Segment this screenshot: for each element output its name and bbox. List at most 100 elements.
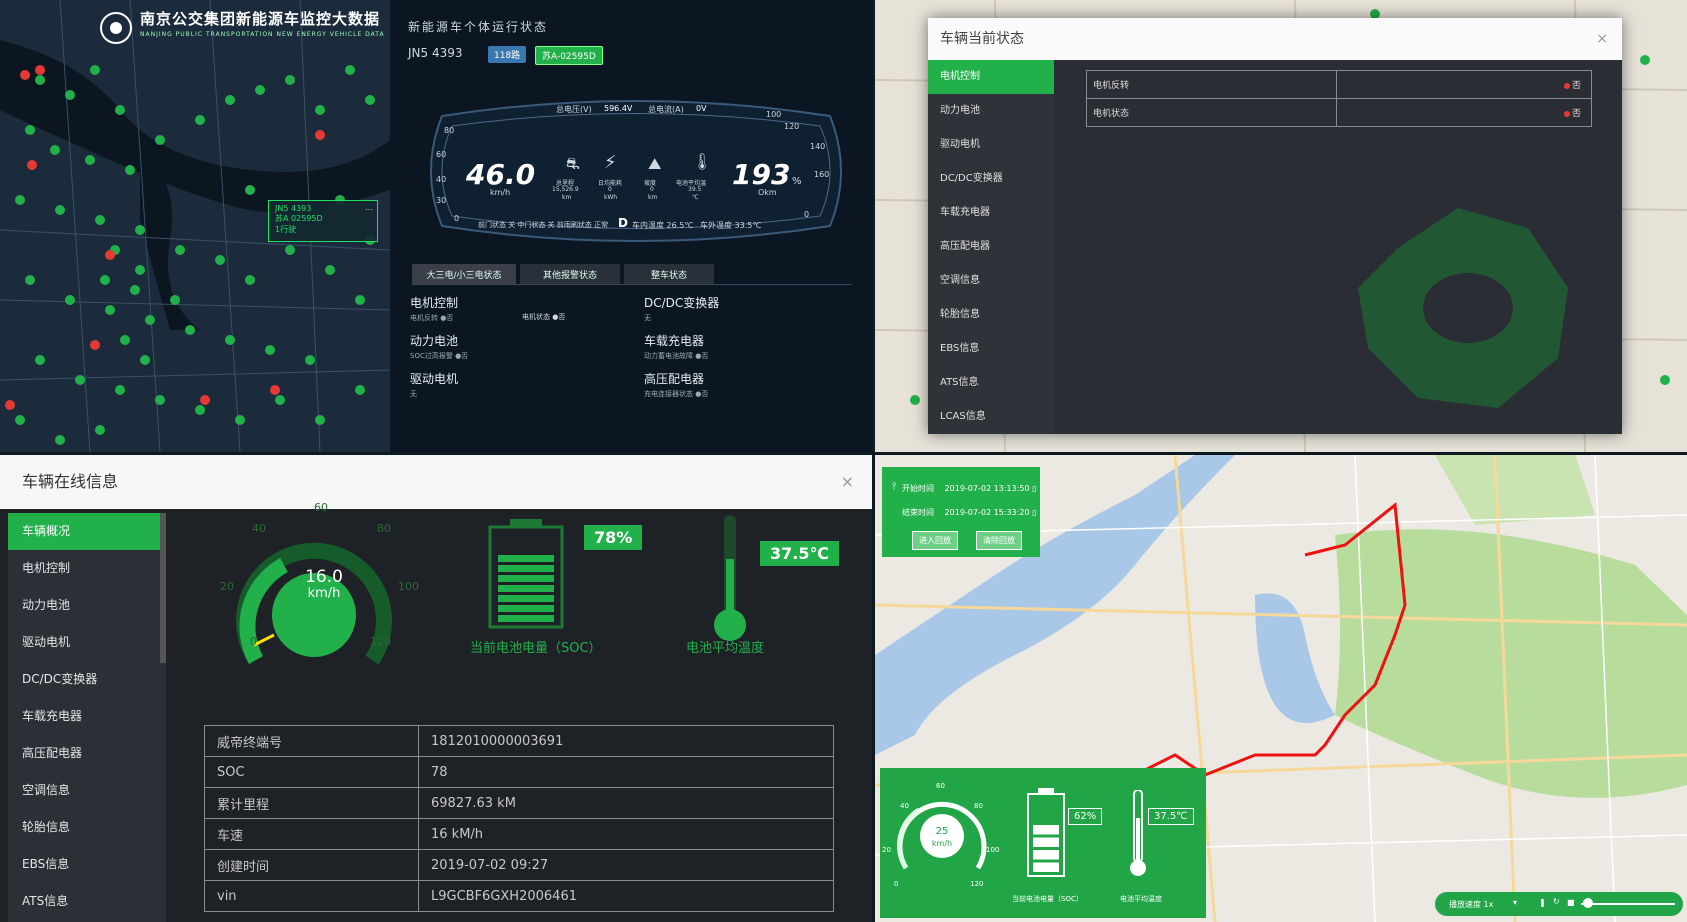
menu-scrollbar[interactable] (160, 513, 166, 663)
dropdown-icon[interactable]: ▾ (1513, 898, 1517, 907)
indoor-temp: 车内温度 26.5℃ (632, 221, 694, 230)
menu-item-overview[interactable]: 车辆概况 (8, 513, 166, 550)
battery-bar (498, 585, 554, 592)
voltage-label: 总电压(V) (556, 105, 592, 114)
stop-icon[interactable]: ■ (1567, 898, 1575, 907)
menu-item-dcdc[interactable]: DC/DC变换器 (928, 162, 1054, 196)
system-sub-2: 电机状态 ●否 (522, 313, 566, 321)
battery-bar (498, 595, 554, 602)
menu-item-motor-control[interactable]: 电机控制 (928, 60, 1054, 94)
menu-item-charger[interactable]: 车载充电器 (928, 196, 1054, 230)
battery-bar (1033, 862, 1059, 872)
vehicle-info-table: 威帝终端号 1812010000003691 SOC 78 累计里程 69827.63… (204, 725, 834, 912)
menu-item-lcas[interactable]: LCAS信息 (928, 400, 1054, 434)
menu-item-ebs[interactable]: EBS信息 (8, 846, 166, 883)
gauge-tick-30: 30 (436, 196, 447, 205)
status-table: 电机反转否 电机状态否 (1086, 70, 1592, 127)
battery-icon (1027, 788, 1065, 877)
menu-item-ats[interactable]: ATS信息 (928, 366, 1054, 400)
progress-track[interactable] (1581, 903, 1675, 905)
logo-icon (100, 12, 132, 44)
info-key: SOC (204, 756, 419, 788)
gauge-tick-80: 80 (377, 522, 391, 535)
gauge-tick-80: 80 (444, 126, 455, 135)
menu-item-hv[interactable]: 高压配电器 (8, 735, 166, 772)
info-key: vin (204, 880, 419, 912)
gauge-tick-120: 120 (784, 122, 800, 131)
gauge-tick-120: 120 (370, 635, 391, 648)
monitoring-dashboard: JN5 4393 苏A 02595D 1行驶 … 南京公交集团新能源车监控大数据… (0, 0, 872, 452)
start-playback-button[interactable]: 进入回放 (912, 531, 958, 550)
clear-playback-button[interactable]: 清除回放 (976, 531, 1022, 550)
tab-vehicle-status[interactable]: 整车状态 (624, 264, 714, 284)
speed-unit: km/h (490, 188, 511, 197)
close-icon[interactable]: × (841, 455, 854, 509)
system-sub: SOC过高报警 ●否 (410, 352, 469, 360)
end-label: 结束时间 (902, 508, 934, 517)
status-value: 否 (1336, 70, 1592, 99)
system-motor-control[interactable]: 电机控制 电机反转 ●否 (410, 294, 458, 323)
gauge-tick-0r: 0 (804, 210, 810, 219)
bus-map[interactable]: JN5 4393 苏A 02595D 1行驶 … (0, 0, 391, 452)
soc-caption: 当前电池电量（SOC） (1012, 895, 1083, 903)
battery-bar (498, 615, 554, 622)
vehicle-online-info-dialog: 车辆在线信息 × 车辆概况 电机控制 动力电池 驱动电机 DC/DC变换器 车载充… (0, 455, 872, 922)
start-value[interactable]: 2019-07-02 13:13:50 (945, 484, 1030, 493)
pause-icon[interactable]: ❚ (1539, 898, 1546, 907)
current-value: 0V (696, 104, 707, 113)
battery-bar (498, 575, 554, 582)
gauge-tick-100: 100 (986, 846, 1000, 854)
system-dcdc[interactable]: DC/DC变换器无 (644, 294, 719, 323)
menu-item-tire[interactable]: 轮胎信息 (8, 809, 166, 846)
menu-item-charger[interactable]: 车载充电器 (8, 698, 166, 735)
system-battery[interactable]: 动力电池 SOC过高报警 ●否 (410, 332, 468, 361)
info-value: 1812010000003691 (418, 725, 834, 757)
road-icon: ⛐ (566, 154, 580, 173)
menu-item-tire[interactable]: 轮胎信息 (928, 298, 1054, 332)
door-status: 前门状态 关 中门状态 关 前雨刷状态 正常 (478, 221, 609, 229)
vehicle-plate: JN5 4393 (408, 46, 463, 60)
play-speed-select[interactable]: 播放速度 1x (1449, 899, 1493, 910)
status-key: 电机状态 (1086, 98, 1337, 127)
range-value: 193 (732, 158, 791, 191)
dialog-title: 车辆当前状态 (940, 31, 1024, 47)
dialog-header: 车辆在线信息 × (0, 455, 872, 509)
section-title: 新能源车个体运行状态 (408, 20, 549, 34)
info-menu: 车辆概况 电机控制 动力电池 驱动电机 DC/DC变换器 车载充电器 高压配电器… (8, 513, 166, 922)
temp-caption: 电池平均温度 (1120, 895, 1162, 903)
calendar-icon[interactable]: ▯ (1032, 484, 1036, 493)
system-drive-motor[interactable]: 驱动电机无 (410, 370, 458, 399)
tab-other-alarms[interactable]: 其他报警状态 (520, 264, 620, 284)
table-row: 电机状态 否 (1086, 98, 1592, 127)
end-time-row: 结束时间 2019-07-02 15:33:20 ▯ (902, 507, 1036, 518)
menu-item-ac[interactable]: 空调信息 (8, 772, 166, 809)
menu-item-ac[interactable]: 空调信息 (928, 264, 1054, 298)
menu-item-battery[interactable]: 动力电池 (928, 94, 1054, 128)
system-sub: 无 (410, 390, 417, 398)
menu-item-battery[interactable]: 动力电池 (8, 587, 166, 624)
system-hv-distribution[interactable]: 高压配电器 充电连接器状态 ●否 (644, 370, 708, 399)
menu-item-ats[interactable]: ATS信息 (8, 883, 166, 920)
system-name: 驱动电机 (410, 372, 459, 386)
map-tooltip[interactable]: JN5 4393 苏A 02595D 1行驶 … (268, 200, 378, 242)
end-value[interactable]: 2019-07-02 15:33:20 (945, 508, 1030, 517)
menu-item-motor-control[interactable]: 电机控制 (8, 550, 166, 587)
temp-badge: 37.5℃ (1148, 808, 1194, 825)
status-dot-icon (1563, 110, 1570, 117)
menu-item-drive-motor[interactable]: 驱动电机 (8, 624, 166, 661)
calendar-icon[interactable]: ▯ (1032, 508, 1036, 517)
close-icon[interactable]: × (1596, 18, 1608, 60)
tab-power-status[interactable]: 大三电/小三电状态 (412, 264, 516, 284)
system-charger[interactable]: 车载充电器 动力蓄电池故障 ●否 (644, 332, 708, 361)
progress-handle[interactable] (1583, 898, 1593, 908)
replay-icon[interactable]: ↻ (1553, 897, 1560, 906)
menu-item-hv[interactable]: 高压配电器 (928, 230, 1054, 264)
menu-item-drive-motor[interactable]: 驱动电机 (928, 128, 1054, 162)
table-row: 电机反转 否 (1086, 70, 1592, 99)
info-key: 威帝终端号 (204, 725, 419, 757)
battery-bar (498, 605, 554, 612)
menu-item-dcdc[interactable]: DC/DC变换器 (8, 661, 166, 698)
menu-item-ebs[interactable]: EBS信息 (928, 332, 1054, 366)
playback-speed-bar: 播放速度 1x ▾ ❚ ↻ ■ (1435, 892, 1683, 916)
tooltip-close[interactable]: … (365, 203, 373, 212)
